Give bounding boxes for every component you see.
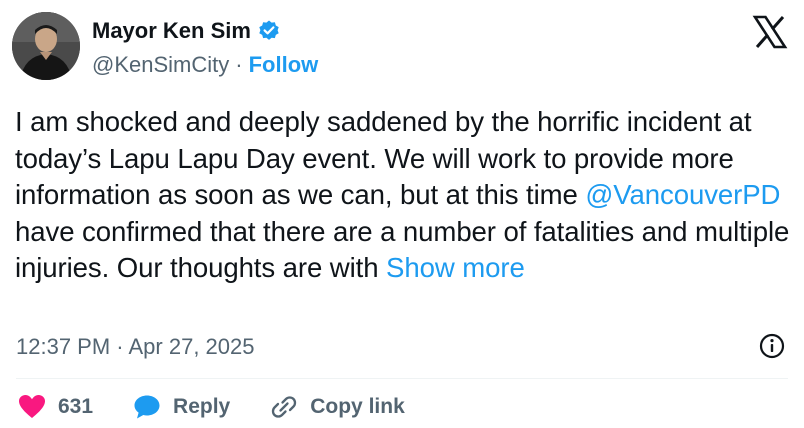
x-logo-icon[interactable]	[752, 14, 788, 50]
mention-link[interactable]: @VancouverPD	[585, 179, 780, 210]
link-icon	[272, 396, 297, 418]
verified-badge-icon	[257, 19, 281, 43]
like-button[interactable]: 631	[18, 394, 93, 420]
reply-button[interactable]: Reply	[133, 394, 230, 420]
author-name-row: Mayor Ken Sim	[92, 16, 281, 46]
follow-button[interactable]: Follow	[249, 52, 319, 78]
avatar[interactable]	[12, 12, 80, 80]
divider	[16, 378, 788, 379]
heart-icon	[19, 395, 45, 418]
tweet-timestamp[interactable]: 12:37 PM · Apr 27, 2025	[16, 332, 255, 362]
like-count: 631	[58, 395, 94, 418]
show-more-link[interactable]: Show more	[386, 252, 525, 283]
tweet-embed-card: Mayor Ken Sim @KenSimCity · Follow I am …	[0, 0, 804, 428]
author-display-name[interactable]: Mayor Ken Sim	[92, 18, 251, 44]
info-icon[interactable]	[758, 332, 786, 360]
author-handle-row: @KenSimCity · Follow	[92, 50, 318, 80]
handle-separator: ·	[235, 52, 243, 77]
action-bar: 631 Reply Copy link	[18, 390, 405, 424]
speech-bubble-icon	[134, 395, 160, 419]
reply-label: Reply	[173, 395, 231, 418]
author-handle[interactable]: @KenSimCity	[92, 52, 229, 78]
copy-link-label: Copy link	[310, 395, 405, 418]
copy-link-button[interactable]: Copy link	[270, 393, 405, 421]
tweet-text: I am shocked and deeply saddened by the …	[15, 104, 790, 287]
